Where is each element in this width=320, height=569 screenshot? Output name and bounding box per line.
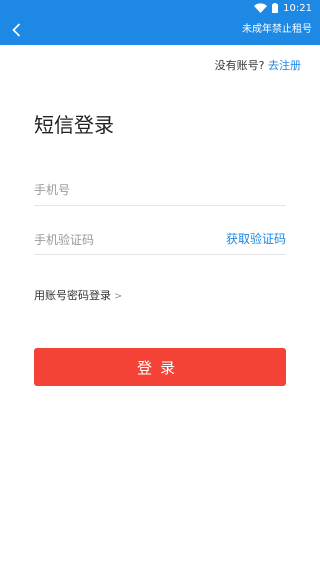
get-code-button[interactable]: 获取验证码 [226,231,286,247]
status-icons: 10:21 [254,1,312,15]
password-login-label: 用账号密码登录 [34,289,111,302]
code-field: 获取验证码 [34,229,286,255]
signup-row: 没有账号? 去注册 [215,59,301,73]
password-login-link[interactable]: 用账号密码登录 > [34,289,122,304]
chevron-left-icon [11,23,20,37]
page-title: 短信登录 [34,113,114,137]
signup-link[interactable]: 去注册 [268,59,301,72]
code-input[interactable] [34,230,204,250]
back-button[interactable] [6,20,26,40]
chevron-right-icon: > [114,291,123,302]
signup-prompt: 没有账号? [214,59,265,72]
battery-icon [272,3,279,13]
underage-notice: 未成年禁止租号 [242,24,312,35]
status-time: 10:21 [283,2,312,14]
login-button[interactable]: 登录 [34,348,286,386]
wifi-icon [254,3,268,13]
status-bar: 10:21 [0,0,320,16]
phone-input[interactable] [34,180,204,200]
header-bar: 未成年禁止租号 [0,16,320,45]
phone-field [34,179,286,206]
